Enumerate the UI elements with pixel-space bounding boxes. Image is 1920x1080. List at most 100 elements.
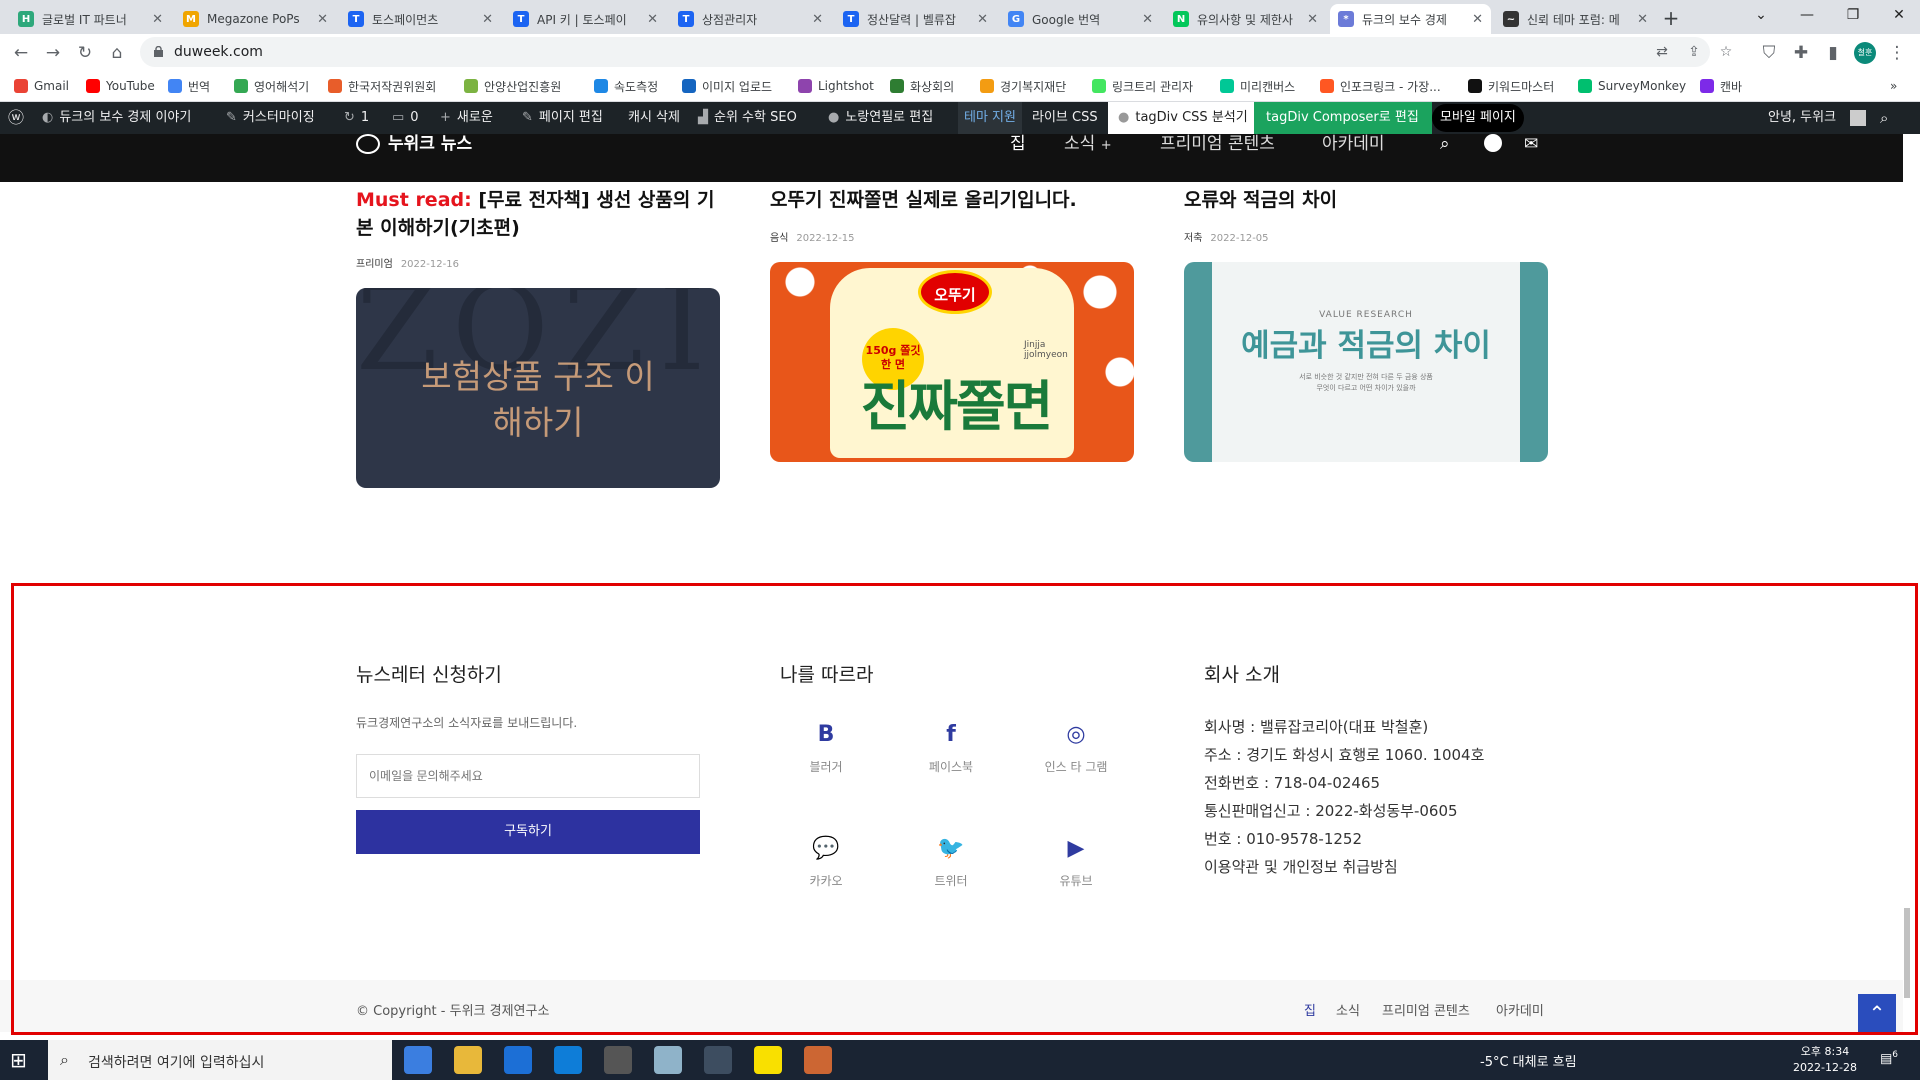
browser-tab[interactable]: T API 키 | 토스페이 ✕	[505, 4, 666, 34]
weather-widget[interactable]: -5°C 대체로 흐림	[1480, 1051, 1577, 1070]
browser-tab[interactable]: G Google 번역 ✕	[1000, 4, 1161, 34]
browser-tab[interactable]: N 유의사항 및 제한사 ✕	[1165, 4, 1326, 34]
bookmark-item[interactable]: 캔바	[1700, 77, 1742, 95]
bookmark-item[interactable]: 이미지 업로드	[682, 77, 772, 95]
bookmark-item[interactable]: 번역	[168, 77, 210, 95]
taskbar-search-box[interactable]: ⌕ 검색하려면 여기에 입력하십시	[48, 1040, 392, 1080]
side-panel-icon[interactable]: ▮	[1822, 42, 1844, 64]
wp-mobile-page-link[interactable]: 모바일 페이지	[1432, 104, 1524, 132]
kakaotalk-icon[interactable]	[754, 1046, 782, 1074]
browser-tab[interactable]: T 토스페이먼츠 ✕	[340, 4, 501, 34]
clock-time[interactable]: 오후 8:34	[1790, 1043, 1860, 1059]
profile-avatar[interactable]: 철훈	[1854, 42, 1876, 64]
wp-clear-cache-link[interactable]: 캐시 삭제	[628, 102, 680, 134]
edge-icon[interactable]	[404, 1046, 432, 1074]
header-mail-icon[interactable]: ✉	[1524, 134, 1538, 154]
tab-search-button[interactable]: ⌄	[1738, 0, 1784, 30]
header-search-icon[interactable]: ⌕	[1440, 134, 1450, 154]
tab-close-icon[interactable]: ✕	[977, 12, 988, 27]
header-user-icon[interactable]	[1484, 134, 1502, 152]
bookmark-item[interactable]: 화상회의	[890, 77, 954, 95]
menu-kebab-icon[interactable]: ⋮	[1886, 42, 1908, 64]
wp-updates-link[interactable]: ↻ 1	[344, 102, 369, 134]
settings-icon[interactable]	[604, 1046, 632, 1074]
star-icon[interactable]: ☆	[1718, 44, 1734, 60]
app-icon[interactable]	[804, 1046, 832, 1074]
nav-academy[interactable]: 아카데미	[1322, 134, 1385, 154]
tab-close-icon[interactable]: ✕	[1142, 12, 1153, 27]
tab-close-icon[interactable]: ✕	[647, 12, 658, 27]
wp-rank-math-link[interactable]: ▟ 순위 수학 SEO	[698, 102, 797, 134]
bookmark-item[interactable]: 링크트리 관리자	[1092, 77, 1193, 95]
wp-composer-link[interactable]: tagDiv Composer로 편집	[1254, 102, 1432, 134]
bookmark-item[interactable]: 영어해석기	[234, 77, 309, 95]
wp-theme-support-link[interactable]: 테마 지원	[958, 102, 1022, 134]
post-title-2[interactable]: 오뚜기 진짜쫄면 실제로 올리기입니다.	[770, 186, 1170, 214]
bookmark-item[interactable]: 키워드마스터	[1468, 77, 1554, 95]
tab-close-icon[interactable]: ✕	[482, 12, 493, 27]
user-avatar[interactable]	[1850, 110, 1866, 126]
close-window-button[interactable]: ✕	[1876, 0, 1920, 30]
bookmark-item[interactable]: YouTube	[86, 77, 155, 95]
bookmark-item[interactable]: SurveyMonkey	[1578, 77, 1686, 95]
browser-tab[interactable]: H 글로벌 IT 파트너 ✕	[10, 4, 171, 34]
bookmark-item[interactable]: 경기복지재단	[980, 77, 1066, 95]
tab-close-icon[interactable]: ✕	[812, 12, 823, 27]
wp-greeting[interactable]: 안녕, 두위크	[1768, 102, 1836, 134]
home-icon[interactable]: ⌂	[106, 42, 128, 64]
post-title-3[interactable]: 오류와 적금의 차이	[1184, 186, 1564, 214]
extension-shield-icon[interactable]: ⛉	[1758, 42, 1780, 64]
extensions-icon[interactable]: ✚	[1790, 42, 1812, 64]
translate-icon[interactable]: ⇄	[1654, 44, 1670, 60]
post-thumb-1[interactable]: ZOZI SINE 보험상품 구조 이해하기	[356, 288, 720, 488]
nav-news[interactable]: 소식 +	[1064, 134, 1112, 154]
more-bookmarks-icon[interactable]: »	[1890, 77, 1897, 95]
browser-tab[interactable]: T 정산달력 | 벨류잡 ✕	[835, 4, 996, 34]
store-icon[interactable]	[554, 1046, 582, 1074]
notification-center-icon[interactable]: ▤6	[1880, 1050, 1898, 1066]
browser-tab[interactable]: T 상점관리자 ✕	[670, 4, 831, 34]
post-thumb-2[interactable]: 오뚜기 150g 쫄깃한 면 Jinjja jjolmyeon 진짜쫄면	[770, 262, 1134, 462]
scrollbar-thumb[interactable]	[1904, 908, 1910, 998]
browser-tab[interactable]: * 듀크의 보수 경제 ✕	[1330, 4, 1491, 34]
forward-icon[interactable]: →	[42, 42, 64, 64]
wp-edit-page-link[interactable]: ✎ 페이지 편집	[522, 102, 603, 134]
wp-css-analyzer-link[interactable]: ● tagDiv CSS 분석기	[1108, 102, 1254, 134]
wp-search-icon[interactable]: ⌕	[1880, 102, 1888, 134]
wp-customize-link[interactable]: ✎ 커스터마이징	[226, 102, 315, 134]
restore-button[interactable]: ❐	[1830, 0, 1876, 30]
tab-close-icon[interactable]: ✕	[1472, 12, 1483, 27]
mail-icon[interactable]	[504, 1046, 532, 1074]
nav-home[interactable]: 집	[1010, 134, 1026, 154]
nav-premium[interactable]: 프리미엄 콘텐츠	[1160, 134, 1275, 154]
back-icon[interactable]: ←	[10, 42, 32, 64]
reload-icon[interactable]: ↻	[74, 42, 96, 64]
bookmark-item[interactable]: 한국저작권위원회	[328, 77, 436, 95]
tab-close-icon[interactable]: ✕	[1637, 12, 1648, 27]
wp-portfolio-link[interactable]: ● 노랑연필로 편집	[828, 102, 933, 134]
wp-new-link[interactable]: + 새로운	[440, 102, 493, 134]
wp-live-css-link[interactable]: 라이브 CSS	[1032, 102, 1098, 134]
minimize-button[interactable]: —	[1784, 0, 1830, 30]
bookmark-item[interactable]: 안양산업진흥원	[464, 77, 561, 95]
tab-close-icon[interactable]: ✕	[1307, 12, 1318, 27]
bookmark-item[interactable]: 인포크링크 - 가장...	[1320, 77, 1441, 95]
tab-close-icon[interactable]: ✕	[152, 12, 163, 27]
bookmark-item[interactable]: Gmail	[14, 77, 69, 95]
post-title-1[interactable]: Must read: [무료 전자책] 생선 상품의 기본 이해하기(기초편)	[356, 186, 726, 242]
share-icon[interactable]: ⇪	[1686, 44, 1702, 60]
browser-tab[interactable]: M Megazone PoPs ✕	[175, 4, 336, 34]
bookmark-item[interactable]: 미리캔버스	[1220, 77, 1295, 95]
bookmark-item[interactable]: 속도측정	[594, 77, 658, 95]
windows-start-icon[interactable]: ⊞	[10, 1050, 32, 1072]
address-bar[interactable]: duweek.com ⇄ ⇪ ☆	[140, 37, 1732, 67]
wp-site-link[interactable]: ◐ 듀크의 보수 경제 이야기	[42, 102, 191, 134]
new-tab-button[interactable]: +	[1656, 5, 1686, 31]
clock-date[interactable]: 2022-12-28	[1790, 1061, 1860, 1074]
chrome-icon[interactable]	[704, 1046, 732, 1074]
wordpress-logo-icon[interactable]: ⓦ	[8, 102, 24, 134]
site-logo[interactable]: 누위크 뉴스	[356, 134, 472, 154]
tab-close-icon[interactable]: ✕	[317, 12, 328, 27]
wp-comments-link[interactable]: ▭ 0	[392, 102, 419, 134]
post-thumb-3[interactable]: VALUE RESEARCH 예금과 적금의 차이 서로 비슷한 것 같지만 전…	[1184, 262, 1548, 462]
